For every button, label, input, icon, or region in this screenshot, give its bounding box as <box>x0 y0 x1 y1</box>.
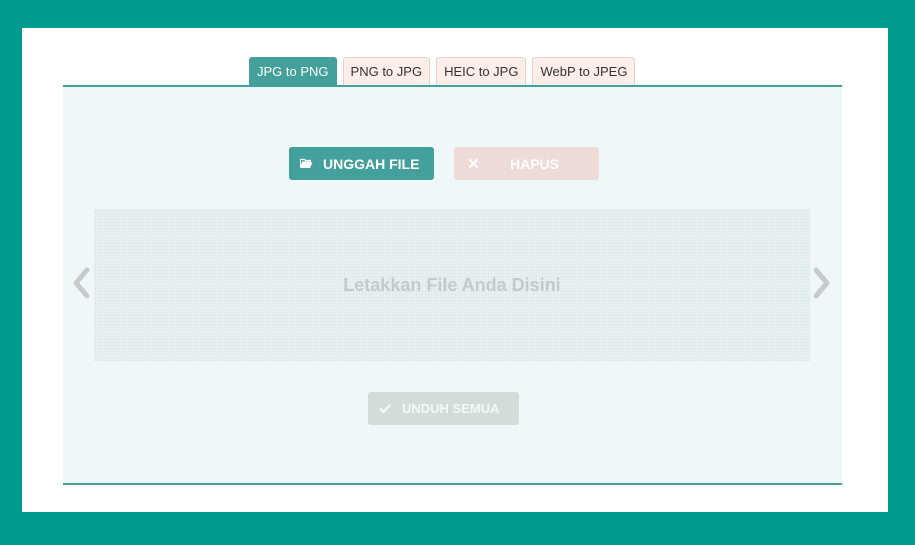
carousel-next-button[interactable] <box>807 263 837 307</box>
clear-button-label: HAPUS <box>510 155 560 172</box>
format-tabs: JPG to PNG PNG to JPG HEIC to JPG WebP t… <box>249 57 636 85</box>
carousel-prev-button[interactable] <box>66 263 96 307</box>
tab-webp-to-jpeg[interactable]: WebP to JPEG <box>532 57 636 85</box>
folder-open-icon <box>299 157 313 171</box>
tab-heic-to-jpg[interactable]: HEIC to JPG <box>436 57 527 85</box>
check-icon <box>378 402 392 416</box>
download-all-label: UNDUH SEMUA <box>402 401 500 416</box>
download-all-button[interactable]: UNDUH SEMUA <box>368 392 519 425</box>
tab-png-to-jpg[interactable]: PNG to JPG <box>342 57 431 85</box>
upload-button-label: UNGGAH FILE <box>323 155 420 172</box>
chevron-left-icon <box>70 267 92 304</box>
close-icon <box>466 157 480 171</box>
clear-button[interactable]: HAPUS <box>454 147 599 180</box>
converter-panel: UNGGAH FILE HAPUS Letakkan File Anda Dis… <box>63 85 842 485</box>
chevron-right-icon <box>811 267 833 304</box>
converter-card: JPG to PNG PNG to JPG HEIC to JPG WebP t… <box>22 28 888 512</box>
tab-jpg-to-png[interactable]: JPG to PNG <box>249 57 337 85</box>
upload-file-button[interactable]: UNGGAH FILE <box>289 147 434 180</box>
dropzone-text: Letakkan File Anda Disini <box>343 274 561 295</box>
file-dropzone[interactable]: Letakkan File Anda Disini <box>94 209 810 361</box>
